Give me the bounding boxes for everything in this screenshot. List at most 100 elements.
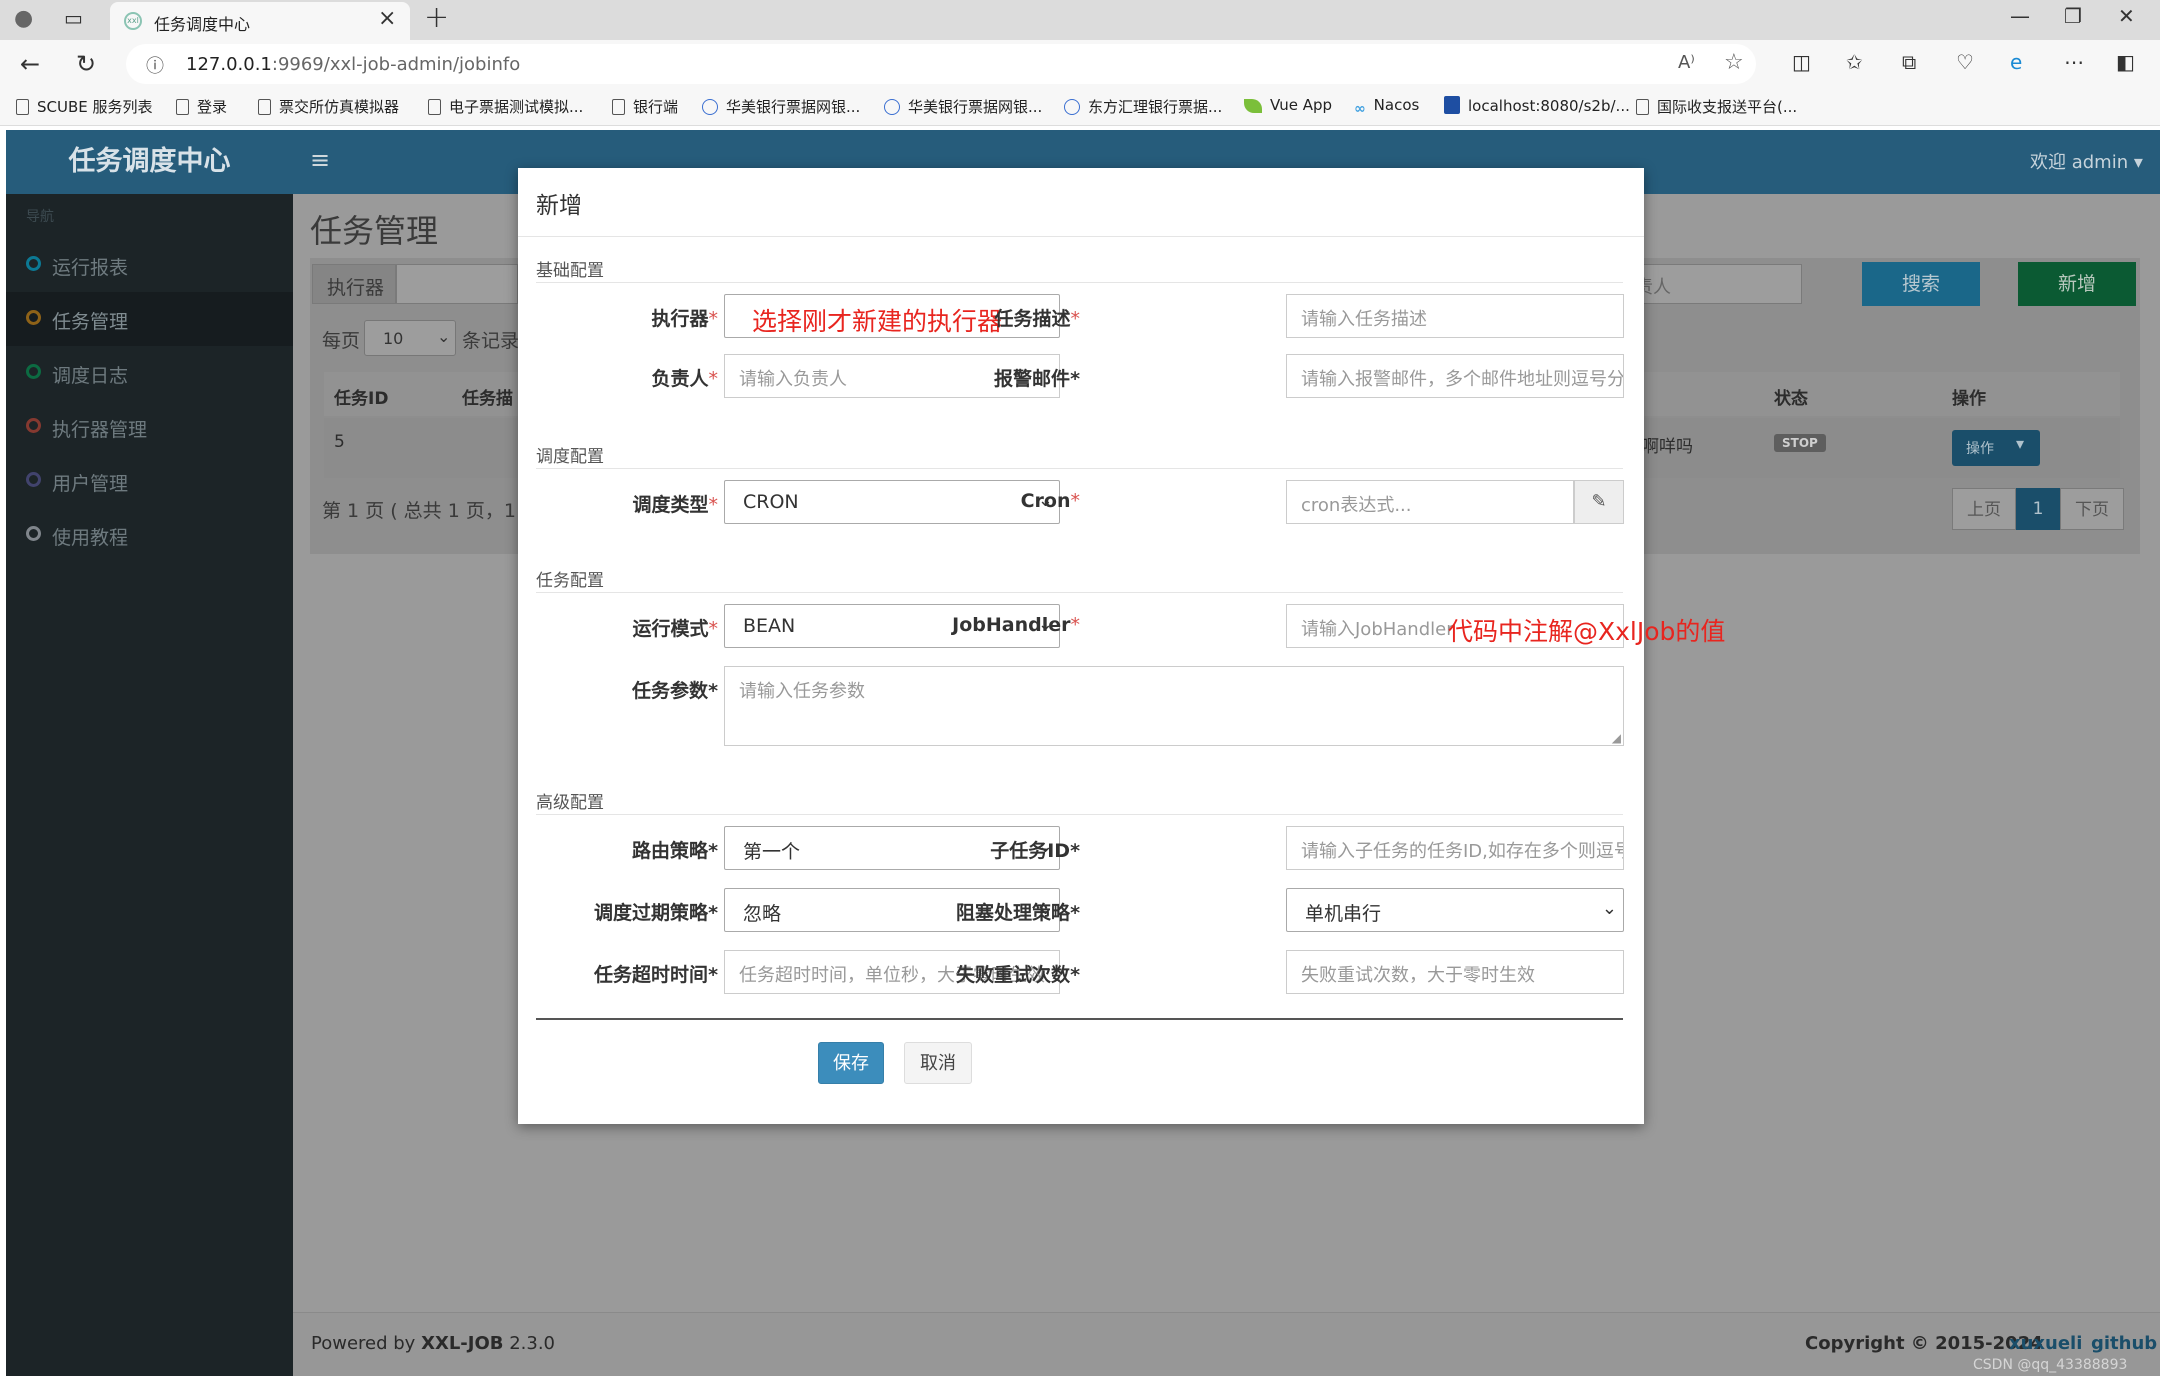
favorites-icon[interactable]: ✩ — [1846, 50, 1863, 74]
new-tab-icon[interactable]: + — [424, 0, 449, 35]
more-menu-icon[interactable]: ⋯ — [2064, 50, 2084, 74]
bookmark-item[interactable]: 国际收支报送平台(... — [1636, 96, 1797, 117]
tab-actions-icon[interactable]: ▭ — [64, 6, 83, 30]
alarm-email-input[interactable]: 请输入报警邮件，多个邮件地址则逗号分 — [1286, 354, 1624, 398]
circle-icon — [26, 256, 41, 271]
sidebar-item-report[interactable]: 运行报表 — [6, 238, 293, 292]
divider — [536, 814, 1623, 815]
current-page-button[interactable]: 1 — [2016, 488, 2060, 530]
tab-title: 任务调度中心 — [154, 15, 251, 34]
next-page-button[interactable]: 下页 — [2060, 488, 2124, 530]
add-job-modal: 新增 基础配置 执行器* ⌄ 选择刚才新建的执行器 任务描述* 请输入任务描述 … — [518, 168, 1725, 1124]
sidebar-item-label: 运行报表 — [52, 257, 129, 279]
circle-icon — [26, 472, 41, 487]
bookmark-item[interactable]: 东方汇理银行票据... — [1064, 96, 1222, 117]
browser-tab-strip: ● ▭ xxl 任务调度中心 × + — ❐ ✕ — [0, 0, 2160, 40]
favorite-star-icon[interactable]: ☆ — [1724, 50, 1744, 75]
app-logo[interactable]: 任务调度中心 — [6, 130, 293, 194]
job-desc-input[interactable]: 请输入任务描述 — [1286, 294, 1624, 338]
browser-tab[interactable]: xxl 任务调度中心 × — [110, 2, 410, 40]
fail-retry-input[interactable]: 失败重试次数，大于零时生效 — [1286, 950, 1624, 994]
job-handler-label: JobHandler* — [952, 614, 1080, 636]
sidebar-item-users[interactable]: 用户管理 — [6, 454, 293, 508]
refresh-icon[interactable]: ↻ — [76, 50, 96, 78]
job-param-textarea[interactable]: 请输入任务参数 ◢ — [724, 666, 1624, 746]
block-strategy-select[interactable]: 单机串行 ⌄ — [1286, 888, 1624, 932]
sidebar-item-executors[interactable]: 执行器管理 — [6, 400, 293, 454]
owner-filter-input[interactable]: 责人 — [1630, 264, 1802, 304]
close-window-icon[interactable]: ✕ — [2118, 4, 2135, 28]
browser-essentials-icon[interactable]: ♡ — [1956, 50, 1974, 74]
info-icon[interactable]: ⓘ — [146, 52, 164, 78]
add-job-button[interactable]: 新增 — [2018, 262, 2136, 306]
bookmark-item[interactable]: ∞ Nacos — [1354, 96, 1419, 117]
bookmark-item[interactable]: 银行端 — [612, 96, 678, 117]
vue-leaf-icon — [1244, 99, 1262, 113]
block-strategy-value: 单机串行 — [1305, 903, 1382, 925]
bookmarks-bar: SCUBE 服务列表 登录 票交所仿真模拟器 电子票据测试模拟... 银行端 华… — [0, 90, 2160, 126]
sidebar-item-label: 任务管理 — [52, 311, 129, 333]
bank-logo-icon — [884, 99, 900, 115]
section-schedule: 调度配置 — [536, 447, 604, 467]
bank-logo-icon — [702, 99, 718, 115]
minimize-icon[interactable]: — — [2010, 4, 2030, 28]
prev-page-button[interactable]: 上页 — [1952, 488, 2016, 530]
route-strategy-value: 第一个 — [743, 841, 801, 863]
sidebar-item-help[interactable]: 使用教程 — [6, 508, 293, 562]
bookmark-item[interactable]: 电子票据测试模拟... — [428, 96, 583, 117]
misfire-strategy-value: 忽略 — [743, 903, 782, 925]
bookmark-item[interactable]: 登录 — [176, 96, 227, 117]
close-tab-icon[interactable]: × — [378, 6, 396, 31]
user-menu[interactable]: 欢迎 admin ▾ — [2030, 148, 2143, 174]
col-id: 任务ID — [334, 389, 389, 409]
profile-icon[interactable]: ● — [14, 6, 33, 31]
address-bar[interactable]: ⓘ 127.0.0.1:9969/xxl-job-admin/jobinfo A… — [126, 44, 1756, 84]
circle-icon — [26, 364, 41, 379]
github-link[interactable]: github — [2091, 1333, 2157, 1354]
sidebar-item-jobs[interactable]: 任务管理 — [6, 292, 293, 346]
sidebar-item-logs[interactable]: 调度日志 — [6, 346, 293, 400]
page-size-value: 10 — [383, 329, 404, 348]
sidebar-item-label: 执行器管理 — [52, 419, 148, 441]
nacos-icon: ∞ — [1354, 101, 1366, 117]
nav-header: 导航 — [26, 209, 54, 225]
bookmark-item[interactable]: SCUBE 服务列表 — [16, 96, 153, 117]
section-basic: 基础配置 — [536, 261, 604, 281]
page-icon — [612, 99, 625, 115]
child-job-label: 子任务ID* — [990, 840, 1080, 862]
menu-toggle-icon[interactable]: ≡ — [310, 146, 330, 174]
resize-handle-icon[interactable]: ◢ — [1612, 731, 1621, 745]
cancel-button[interactable]: 取消 — [904, 1042, 972, 1084]
bookmark-item[interactable]: Vue App — [1244, 96, 1332, 114]
maximize-icon[interactable]: ❐ — [2064, 4, 2082, 28]
edge-icon[interactable]: e — [2010, 50, 2022, 74]
page-icon — [428, 99, 441, 115]
executor-filter-select[interactable] — [396, 264, 518, 304]
back-icon[interactable]: ← — [20, 50, 40, 78]
xxl-favicon-icon: xxl — [124, 12, 142, 30]
child-job-input[interactable]: 请输入子任务的任务ID,如存在多个则逗号分隔 — [1286, 826, 1624, 870]
cron-input[interactable]: cron表达式... — [1286, 480, 1574, 524]
cron-label: Cron* — [1020, 490, 1080, 512]
row-desc: 啊咩吗 — [1642, 437, 1693, 457]
job-param-label: 任务参数* — [632, 680, 718, 702]
page-size-select[interactable]: 10 ⌄ — [364, 320, 456, 356]
author-link[interactable]: xuxueli — [2009, 1333, 2082, 1354]
bookmark-item[interactable]: localhost:8080/s2b/... — [1444, 96, 1630, 115]
misfire-label: 调度过期策略* — [594, 902, 718, 924]
save-button[interactable]: 保存 — [818, 1042, 884, 1084]
block-strategy-label: 阻塞处理策略* — [956, 902, 1080, 924]
read-aloud-icon[interactable]: A⁾ — [1678, 52, 1695, 73]
split-screen-icon[interactable]: ◫ — [1792, 50, 1811, 74]
sidebar-toggle-icon[interactable]: ◧ — [2116, 50, 2135, 74]
bookmark-item[interactable]: 票交所仿真模拟器 — [258, 96, 399, 117]
search-button[interactable]: 搜索 — [1862, 262, 1980, 306]
collections-icon[interactable]: ⧉ — [1902, 50, 1916, 74]
bookmark-item[interactable]: 华美银行票据网银... — [884, 96, 1042, 117]
bookmark-item[interactable]: 华美银行票据网银... — [702, 96, 860, 117]
edit-cron-icon[interactable]: ✎ — [1574, 480, 1624, 524]
ops-label: 操作 — [1966, 441, 1994, 457]
circle-icon — [26, 418, 41, 433]
circle-icon — [26, 526, 41, 541]
ops-dropdown-button[interactable]: 操作 ▾ — [1952, 430, 2040, 466]
